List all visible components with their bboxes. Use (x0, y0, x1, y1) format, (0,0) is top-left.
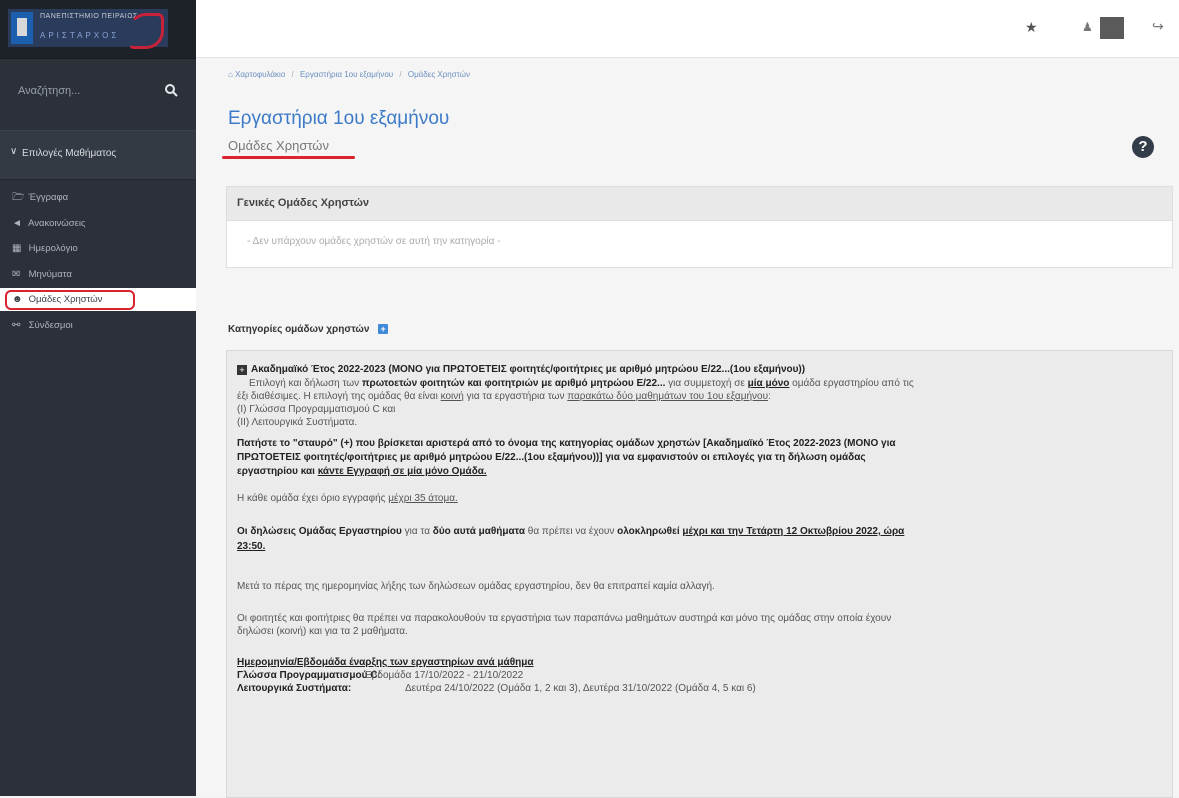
categories-heading: Κατηγορίες ομάδων χρηστών + (228, 324, 389, 335)
sidebar-item-label: Ημερολόγιο (28, 243, 78, 254)
users-icon: ☻ (12, 294, 23, 305)
link-icon: ⚯ (12, 319, 21, 331)
text-bold: μία μόνο (747, 378, 790, 389)
text: θα πρέπει να έχουν (525, 526, 618, 537)
text-bold: μέχρι και την Τετάρτη 12 Οκτωβρίου 2022,… (682, 526, 905, 537)
schedule-course: Γλώσσα Προγραμματισμού C: (237, 670, 381, 681)
empty-message: - Δεν υπάρχουν ομάδες χρηστών σε αυτή τη… (247, 236, 501, 247)
breadcrumb: ⌂ Χαρτοφυλάκιο / Εργαστήρια 1ου εξαμήνου… (228, 70, 470, 79)
text-bold: ολοκληρωθεί (617, 526, 683, 537)
breadcrumb-separator: / (399, 70, 402, 79)
bullhorn-icon: ◄ (12, 217, 22, 229)
logo-mark-icon (128, 13, 164, 49)
sidebar-item-announcements[interactable]: ◄ Ανακοινώσεις (0, 212, 196, 235)
logo-subtitle: ΑΡΙΣΤΑΡΧΟΣ (40, 31, 120, 40)
text: κάντε Εγγραφή σε μία μόνο Ομάδα. (317, 466, 487, 477)
home-icon[interactable]: ⌂ (228, 70, 233, 79)
category-panel: + Ακαδημαϊκό Έτος 2022-2023 (ΜΟΝΟ για ΠΡΩ… (226, 350, 1173, 798)
calendar-icon: ▦ (12, 243, 22, 254)
text: εργαστηρίου και (237, 466, 318, 477)
text: Η κάθε ομάδα έχει όριο εγγραφής (237, 493, 389, 504)
add-category-icon[interactable]: + (378, 324, 389, 335)
star-icon[interactable]: ★ (1025, 19, 1038, 36)
text-bold: Οι δηλώσεις Ομάδας Εργαστηρίου (237, 526, 402, 537)
sidebar-item-label: Σύνδεσμοι (28, 319, 73, 331)
change-policy-note: Μετά το πέρας της ημερομηνίας λήξης των … (237, 581, 715, 592)
course-options-section[interactable]: ∨ Επιλογές Μαθήματος (0, 130, 196, 180)
sidebar-item-label: Έγγραφα (28, 192, 69, 203)
text: Επιλογή και δήλωση των (249, 378, 362, 389)
course-line: (Ι) Γλώσσα Προγραμματισμού C και (237, 404, 396, 415)
breadcrumb-separator: / (291, 70, 294, 79)
text: : (768, 391, 771, 402)
sidebar-search (12, 79, 186, 107)
main-content: ⌂ Χαρτοφυλάκιο / Εργαστήρια 1ου εξαμήνου… (196, 58, 1179, 798)
text: δηλώσει (κοινή) και για τα 2 μαθήματα. (237, 626, 408, 637)
general-groups-panel: Γενικές Ομάδες Χρηστών - Δεν υπάρχουν ομ… (226, 186, 1173, 268)
sidebar-item-label: Ομάδες Χρηστών (28, 294, 103, 305)
text: ομάδα εργαστηρίου από τις (789, 378, 914, 389)
text-bold: δύο αυτά μαθήματα (432, 526, 526, 537)
text: Οι φοιτητές και φοιτήτριες θα πρέπει να … (237, 613, 892, 624)
text: για συμμετοχή σε (665, 378, 748, 389)
sidebar-item-messages[interactable]: ✉ Μηνύματα (0, 263, 196, 286)
page-subtitle: Ομάδες Χρηστών (228, 138, 329, 153)
sidebar-item-user-groups[interactable]: ☻ Ομάδες Χρηστών (0, 288, 196, 311)
folder-icon: 🗁 (12, 192, 25, 203)
user-icon[interactable]: ♟ (1082, 20, 1093, 34)
chevron-down-icon: ∨ (10, 146, 18, 157)
text: κοινή (440, 391, 464, 402)
sidebar-menu: 🗁 Έγγραφα ◄ Ανακοινώσεις ▦ Ημερολόγιο ✉ … (0, 186, 196, 339)
sidebar-item-label: Μηνύματα (28, 268, 72, 280)
attendance-note: Οι φοιτητές και φοιτήτριες θα πρέπει να … (237, 612, 1162, 638)
categories-heading-text: Κατηγορίες ομάδων χρηστών (228, 324, 370, 335)
sidebar-item-links[interactable]: ⚯ Σύνδεσμοι (0, 314, 196, 337)
sidebar-item-calendar[interactable]: ▦ Ημερολόγιο (0, 237, 196, 260)
subtitle-underline (222, 156, 355, 159)
text: έξι διαθέσιμες. Η επιλογή της ομάδας θα … (237, 391, 441, 402)
top-bar: ★ ♟ ↪ (196, 0, 1179, 58)
category-description: Επιλογή και δήλωση των πρωτοετών φοιτητώ… (237, 377, 1162, 429)
search-icon[interactable] (164, 83, 178, 97)
text: μέχρι 35 άτομα. (388, 493, 458, 504)
logo-box: ΠΑΝΕΠΙΣΤΗΜΙΟ ΠΕΙΡΑΙΩΣ ΑΡΙΣΤΑΡΧΟΣ (8, 9, 168, 49)
course-line: (ΙΙ) Λειτουργικά Συστήματα. (237, 417, 358, 428)
avatar[interactable] (1100, 17, 1124, 39)
page-title: Εργαστήρια 1ου εξαμήνου (228, 108, 450, 129)
sidebar-item-documents[interactable]: 🗁 Έγγραφα (0, 186, 196, 209)
text: για τα εργαστήρια των (463, 391, 568, 402)
breadcrumb-item[interactable]: Εργαστήρια 1ου εξαμήνου (300, 70, 393, 79)
text: για τα (401, 526, 433, 537)
logo-title: ΠΑΝΕΠΙΣΤΗΜΙΟ ΠΕΙΡΑΙΩΣ (40, 13, 138, 20)
question-circle-icon[interactable]: ? (1132, 136, 1154, 158)
deadline-note: Οι δηλώσεις Ομάδας Εργαστηρίου για τα δύ… (237, 524, 1162, 554)
university-emblem-icon (11, 12, 33, 44)
envelope-icon: ✉ (12, 268, 21, 280)
schedule-course: Λειτουργικά Συστήματα: (237, 683, 352, 694)
breadcrumb-item[interactable]: Χαρτοφυλάκιο (235, 70, 285, 79)
schedule: Ημερομηνία/Εβδομάδα έναρξης των εργαστηρ… (237, 656, 1162, 695)
breadcrumb-item: Ομάδες Χρηστών (407, 70, 470, 79)
text-bold: 23:50. (237, 541, 266, 552)
sidebar-item-label: Ανακοινώσεις (28, 217, 86, 229)
expand-icon[interactable]: + (237, 365, 247, 375)
text: ΠΡΩΤΟΕΤΕΙΣ φοιτητές/φοιτήτριες με αριθμό… (237, 452, 866, 463)
logo[interactable]: ΠΑΝΕΠΙΣΤΗΜΙΟ ΠΕΙΡΑΙΩΣ ΑΡΙΣΤΑΡΧΟΣ (0, 0, 196, 59)
category-title-row: + Ακαδημαϊκό Έτος 2022-2023 (ΜΟΝΟ για ΠΡΩ… (237, 363, 1162, 376)
search-input[interactable] (12, 79, 164, 103)
instructions: Πατήστε το "σταυρό" (+) που βρίσκεται αρ… (237, 437, 1162, 479)
capacity-note: Η κάθε ομάδα έχει όριο εγγραφής μέχρι 35… (237, 492, 1162, 505)
category-title[interactable]: Ακαδημαϊκό Έτος 2022-2023 (ΜΟΝΟ για ΠΡΩΤ… (251, 364, 805, 375)
sidebar: ΠΑΝΕΠΙΣΤΗΜΙΟ ΠΕΙΡΑΙΩΣ ΑΡΙΣΤΑΡΧΟΣ ∨ Επιλο… (0, 0, 196, 796)
text: παρακάτω δύο μαθημάτων του 1ου εξαμήνου (567, 391, 769, 402)
text: Πατήστε το "σταυρό" (+) που βρίσκεται αρ… (237, 438, 896, 449)
schedule-title: Ημερομηνία/Εβδομάδα έναρξης των εργαστηρ… (237, 657, 534, 668)
exit-icon[interactable]: ↪ (1152, 18, 1164, 35)
section-label: Επιλογές Μαθήματος (22, 148, 117, 159)
schedule-date: Εβδομάδα 17/10/2022 - 21/10/2022 (365, 670, 524, 681)
schedule-date: Δευτέρα 24/10/2022 (Ομάδα 1, 2 και 3), Δ… (405, 683, 756, 694)
panel-heading: Γενικές Ομάδες Χρηστών (227, 187, 1172, 221)
text-bold: πρωτοετών φοιτητών και φοιτητριών με αρι… (361, 378, 666, 389)
